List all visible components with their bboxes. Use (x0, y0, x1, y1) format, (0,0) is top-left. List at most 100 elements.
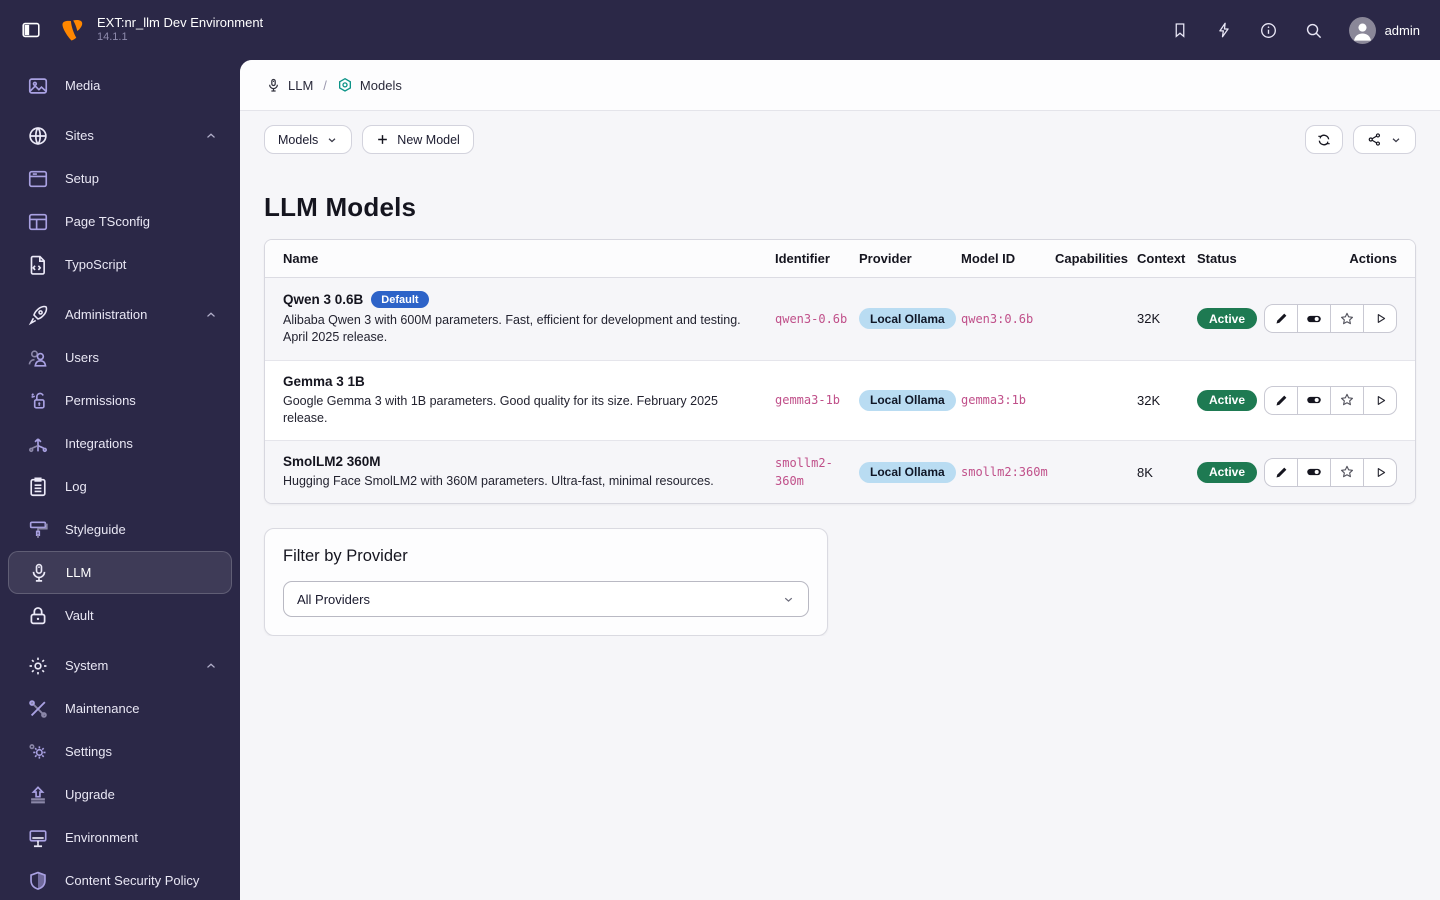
user-menu[interactable]: admin (1348, 16, 1420, 44)
edit-button[interactable] (1264, 304, 1298, 334)
module-dropdown-label: Models (278, 132, 319, 147)
breadcrumb-models[interactable]: Models (337, 77, 402, 93)
sidebar-item-vault[interactable]: Vault (8, 594, 232, 637)
sidebar-item-llm[interactable]: LLM (8, 551, 232, 594)
sidebar-item-permissions[interactable]: Permissions (8, 379, 232, 422)
default-badge: Default (371, 291, 429, 308)
sidebar-item-label: Content Security Policy (65, 873, 200, 888)
gear-icon (26, 654, 49, 677)
play-icon (1373, 465, 1388, 480)
new-model-button[interactable]: New Model (362, 125, 474, 154)
sidebar-item-label: Styleguide (65, 522, 126, 537)
star-icon (1339, 392, 1355, 408)
breadcrumb-llm[interactable]: LLM (266, 78, 313, 93)
plus-icon (376, 133, 389, 146)
monitor-icon (26, 826, 49, 849)
bookmark-icon[interactable] (1171, 21, 1189, 39)
flush-cache-icon[interactable] (1215, 21, 1233, 39)
sidebar-item-upgrade[interactable]: Upgrade (8, 773, 232, 816)
edit-button[interactable] (1264, 457, 1298, 487)
info-icon[interactable] (1259, 21, 1278, 40)
column-header-name: Name (283, 251, 319, 266)
refresh-icon (1316, 132, 1332, 148)
sidebar-item-system[interactable]: System (8, 644, 232, 687)
sidebar-item-setup[interactable]: Setup (8, 157, 232, 200)
toggle-active-button[interactable] (1297, 457, 1331, 487)
play-icon (1373, 311, 1388, 326)
provider-filter-value: All Providers (297, 591, 370, 607)
window-icon (26, 167, 49, 190)
breadcrumb-llm-label: LLM (288, 77, 314, 93)
page-title: LLM Models (264, 192, 417, 222)
table-row: Gemma 3 1B Google Gemma 3 with 1B parame… (265, 361, 1415, 441)
breadcrumb-separator: / (323, 77, 327, 93)
sidebar-item-integrations[interactable]: Integrations (8, 422, 232, 465)
sidebar-item-label: Settings (65, 744, 112, 759)
favorite-button[interactable] (1330, 385, 1364, 415)
sidebar-item-page-tsconfig[interactable]: Page TSconfig (8, 200, 232, 243)
sidebar-item-environment[interactable]: Environment (8, 816, 232, 859)
sidebar-item-sites[interactable]: Sites (8, 114, 232, 157)
run-test-button[interactable] (1363, 457, 1397, 487)
model-id: smollm2:360m (961, 465, 1048, 480)
sidebar-item-log[interactable]: Log (8, 465, 232, 508)
sidebar-toggle-button[interactable] (16, 15, 46, 45)
column-header-capabilities: Capabilities (1055, 251, 1128, 266)
share-icon (1367, 132, 1382, 147)
table-row: Qwen 3 0.6B Default Alibaba Qwen 3 with … (265, 278, 1415, 361)
sidebar-item-administration[interactable]: Administration (8, 293, 232, 336)
sidebar-item-content-security-policy[interactable]: Content Security Policy (8, 859, 232, 900)
run-test-button[interactable] (1363, 385, 1397, 415)
sidebar-item-settings[interactable]: Settings (8, 730, 232, 773)
docheader: Models New Model (240, 111, 1440, 168)
provider-badge: Local Ollama (859, 308, 956, 330)
toggle-active-button[interactable] (1297, 385, 1331, 415)
favorite-button[interactable] (1330, 457, 1364, 487)
table-row: SmolLM2 360M Hugging Face SmolLM2 with 3… (265, 441, 1415, 504)
provider-badge: Local Ollama (859, 389, 956, 411)
sidebar-item-media[interactable]: Media (8, 64, 232, 107)
chevron-up-icon (204, 308, 218, 322)
favorite-button[interactable] (1330, 304, 1364, 334)
sidebar-item-typoscript[interactable]: TypoScript (8, 243, 232, 286)
chevron-down-icon (1390, 134, 1402, 146)
run-test-button[interactable] (1363, 304, 1397, 334)
model-description: Google Gemma 3 with 1B parameters. Good … (283, 393, 718, 425)
sidebar-item-styleguide[interactable]: Styleguide (8, 508, 232, 551)
play-icon (1373, 393, 1388, 408)
module-dropdown-button[interactable]: Models (264, 125, 353, 154)
star-icon (1339, 311, 1355, 327)
column-header-model-id: Model ID (961, 251, 1016, 266)
refresh-button[interactable] (1305, 125, 1343, 154)
layout-icon (26, 210, 49, 233)
chevron-up-icon (204, 129, 218, 143)
provider-filter-select[interactable]: All Providers (283, 581, 809, 618)
content-area: LLM / Models Models New Model LLM Models… (240, 60, 1440, 900)
toggle-icon (1305, 463, 1323, 481)
module-menu: Media Sites Setup Page TSconfig TypoScri… (0, 60, 240, 900)
sidebar-item-label: TypoScript (65, 257, 127, 272)
microphone-icon (266, 78, 281, 93)
model-name: Gemma 3 1B (283, 373, 365, 389)
search-icon[interactable] (1304, 21, 1323, 40)
gears-icon (26, 740, 49, 763)
sidebar-item-label: Log (65, 479, 87, 494)
sidebar-toggle-icon (20, 19, 42, 41)
model-context: 32K (1137, 311, 1161, 327)
column-header-status: Status (1197, 251, 1237, 266)
clipboard-icon (26, 475, 49, 498)
toggle-active-button[interactable] (1297, 304, 1331, 334)
sidebar-item-label: Users (65, 350, 99, 365)
column-header-context: Context (1137, 251, 1186, 266)
share-button[interactable] (1353, 125, 1416, 154)
model-context: 8K (1137, 464, 1153, 480)
toggle-icon (1305, 310, 1323, 328)
app-brand[interactable]: EXT:nr_llm Dev Environment 14.1.1 (60, 15, 263, 45)
sidebar-item-maintenance[interactable]: Maintenance (8, 687, 232, 730)
sidebar-item-label: Maintenance (65, 701, 140, 716)
edit-button[interactable] (1264, 385, 1298, 415)
sidebar-item-users[interactable]: Users (8, 336, 232, 379)
pencil-icon (1274, 393, 1289, 408)
model-identifier: qwen3-0.6b (775, 311, 848, 326)
status-badge: Active (1197, 389, 1258, 411)
